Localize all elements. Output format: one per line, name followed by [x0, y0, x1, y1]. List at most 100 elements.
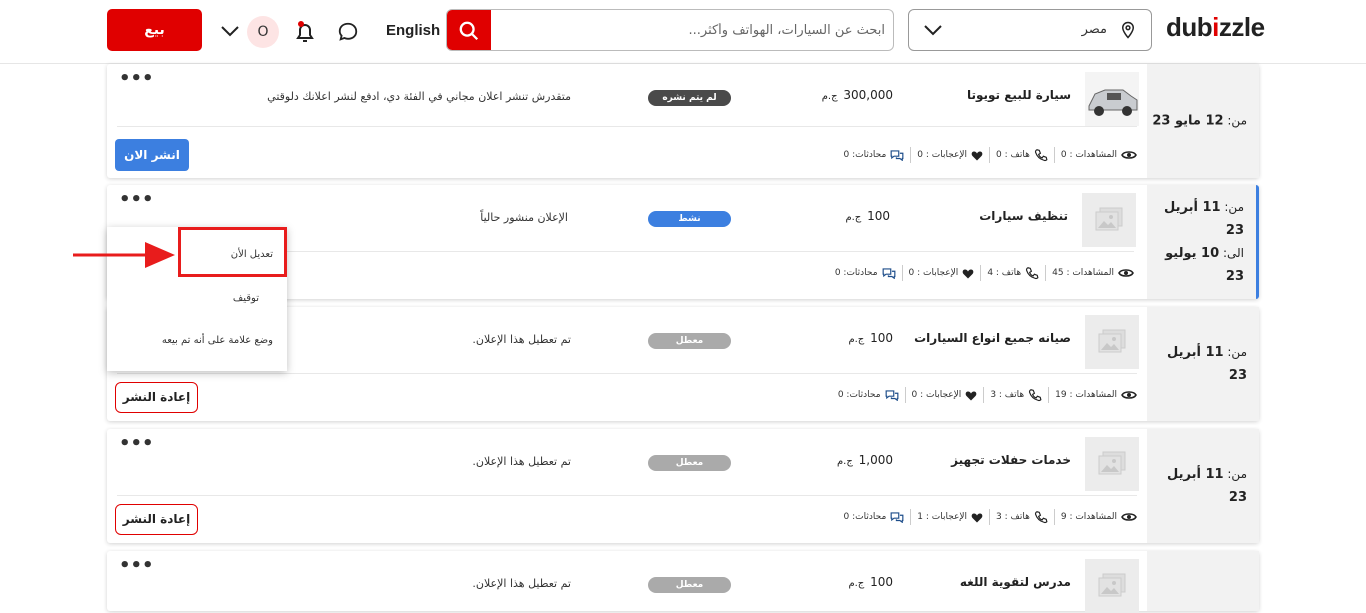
chats-icon	[890, 512, 904, 523]
views-count: المشاهدات : 0	[1060, 150, 1117, 160]
phone-count: هاتف : 3	[996, 512, 1030, 522]
date-from-label: من:	[1227, 345, 1247, 359]
listing-date-column: من: 11 أبريل 23	[1147, 307, 1259, 421]
listing-stats: المشاهدات : 0 هاتف : 0 الإعجابات : 0 محا…	[838, 147, 1137, 163]
phone-icon	[1029, 389, 1042, 402]
listing-date-column	[1147, 551, 1259, 611]
chats-count: محادثات: 0	[834, 268, 878, 278]
listing-note: تم تعطيل هذا الإعلان.	[472, 455, 571, 468]
price-currency: ج.م	[848, 334, 865, 345]
republish-button[interactable]: إعادة النشر	[115, 382, 198, 413]
chats-count: محادثات: 0	[843, 512, 887, 522]
likes-count: الإعجابات : 0	[917, 150, 968, 160]
status-badge: نشط	[648, 211, 731, 227]
listing-stats: المشاهدات : 45 هاتف : 4 الإعجابات : 0 مح…	[829, 265, 1134, 281]
menu-item-mark-sold[interactable]: وضع علامة على أنه تم بيعه	[162, 335, 273, 346]
more-options-button[interactable]: •••	[119, 557, 154, 575]
image-placeholder-icon	[1098, 329, 1126, 353]
publish-now-button[interactable]: انشر الان	[115, 139, 189, 171]
search-input[interactable]	[499, 10, 885, 50]
listing-date-column: من: 12 مايو 23	[1147, 64, 1259, 178]
phone-icon	[1026, 267, 1039, 280]
status-badge: معطل	[648, 455, 731, 471]
annotation-arrow-icon	[73, 242, 175, 268]
eye-icon	[1121, 151, 1137, 159]
listing-title[interactable]: تنظيف سيارات	[979, 209, 1068, 223]
search-button[interactable]	[447, 10, 491, 50]
listing-thumbnail[interactable]	[1085, 72, 1139, 126]
sell-button[interactable]: بيع	[107, 9, 202, 51]
listing-note: تم تعطيل هذا الإعلان.	[472, 333, 571, 346]
chats-count: محادثات: 0	[837, 390, 881, 400]
chats-count: محادثات: 0	[843, 150, 887, 160]
location-pin-icon	[1121, 21, 1135, 39]
location-selector[interactable]: مصر	[908, 9, 1152, 51]
listing-thumbnail[interactable]	[1082, 193, 1136, 247]
car-photo-icon	[1085, 72, 1139, 126]
price-currency: ج.م	[845, 212, 862, 223]
more-options-button[interactable]: •••	[119, 435, 154, 453]
listing-date-column: من: 11 أبريل 23	[1147, 429, 1259, 543]
republish-button[interactable]: إعادة النشر	[115, 504, 198, 535]
annotation-highlight-box	[178, 227, 287, 277]
views-count: المشاهدات : 45	[1052, 268, 1114, 278]
chats-icon	[882, 268, 895, 279]
listing-stats: المشاهدات : 9 هاتف : 3 الإعجابات : 1 محا…	[838, 509, 1137, 525]
listing-date-column: من: 11 أبريل 23 الى: 10 يوليو 23	[1147, 185, 1256, 299]
price-currency: ج.م	[821, 91, 838, 102]
more-options-button[interactable]: •••	[119, 191, 154, 209]
image-placeholder-icon	[1095, 207, 1123, 231]
phone-count: هاتف : 4	[987, 268, 1022, 278]
status-badge: معطل	[648, 333, 731, 349]
date-from-label: من:	[1224, 200, 1244, 214]
views-count: المشاهدات : 19	[1055, 390, 1117, 400]
profile-chevron-down-icon[interactable]	[220, 24, 240, 38]
chat-icon[interactable]	[337, 21, 359, 43]
location-label: مصر	[1081, 22, 1107, 37]
divider	[117, 126, 1137, 127]
eye-icon	[1121, 513, 1137, 521]
listing-price: 1,000 ج.م	[837, 453, 893, 467]
date-from: 12 مايو 23	[1152, 113, 1224, 129]
listing-thumbnail[interactable]	[1085, 559, 1139, 613]
price-currency: ج.م	[848, 578, 865, 589]
phone-count: هاتف : 0	[996, 150, 1030, 160]
divider	[117, 495, 1137, 496]
dubizzle-logo[interactable]: dubizzle	[1166, 12, 1265, 43]
language-switch[interactable]: English	[386, 22, 440, 39]
heart-icon	[971, 151, 983, 160]
eye-icon	[1121, 391, 1137, 399]
more-options-button[interactable]: •••	[119, 70, 154, 88]
date-to-label: الى:	[1222, 246, 1244, 260]
date-from-label: من:	[1227, 467, 1247, 481]
listing-thumbnail[interactable]	[1085, 315, 1139, 369]
divider	[117, 373, 1137, 374]
listing-thumbnail[interactable]	[1085, 437, 1139, 491]
image-placeholder-icon	[1098, 573, 1126, 597]
price-value: 1,000	[858, 453, 893, 467]
listing-title[interactable]: سيارة للبيع تويوتا	[967, 88, 1071, 102]
price-value: 100	[870, 575, 893, 589]
likes-count: الإعجابات : 1	[917, 512, 968, 522]
avatar[interactable]: O	[247, 16, 279, 48]
listing-card: من: 11 أبريل 23 خدمات حفلات تجهيز 1,000 …	[107, 429, 1259, 543]
listing-price: 100 ج.م	[848, 331, 893, 345]
listing-price: 100 ج.م	[845, 209, 890, 223]
chats-icon	[885, 390, 898, 401]
search-bar	[446, 9, 894, 51]
listing-title[interactable]: مدرس لتقوية اللغه	[960, 575, 1071, 589]
status-badge: لم يتم نشره	[648, 90, 731, 106]
listing-card: من: 12 مايو 23 سيارة للبيع تويوتا 300,00…	[107, 64, 1259, 178]
heart-icon	[962, 269, 974, 278]
price-value: 100	[870, 331, 893, 345]
menu-item-pause[interactable]: توقيف	[233, 293, 259, 304]
listing-title[interactable]: خدمات حفلات تجهيز	[951, 453, 1071, 467]
listing-price: 100 ج.م	[848, 575, 893, 589]
heart-icon	[965, 391, 977, 400]
eye-icon	[1118, 269, 1134, 277]
image-placeholder-icon	[1098, 451, 1126, 475]
listing-title[interactable]: صيانه جميع انواع السيارات	[914, 331, 1071, 345]
likes-count: الإعجابات : 0	[911, 390, 962, 400]
heart-icon	[971, 513, 983, 522]
bell-icon[interactable]	[294, 20, 316, 44]
